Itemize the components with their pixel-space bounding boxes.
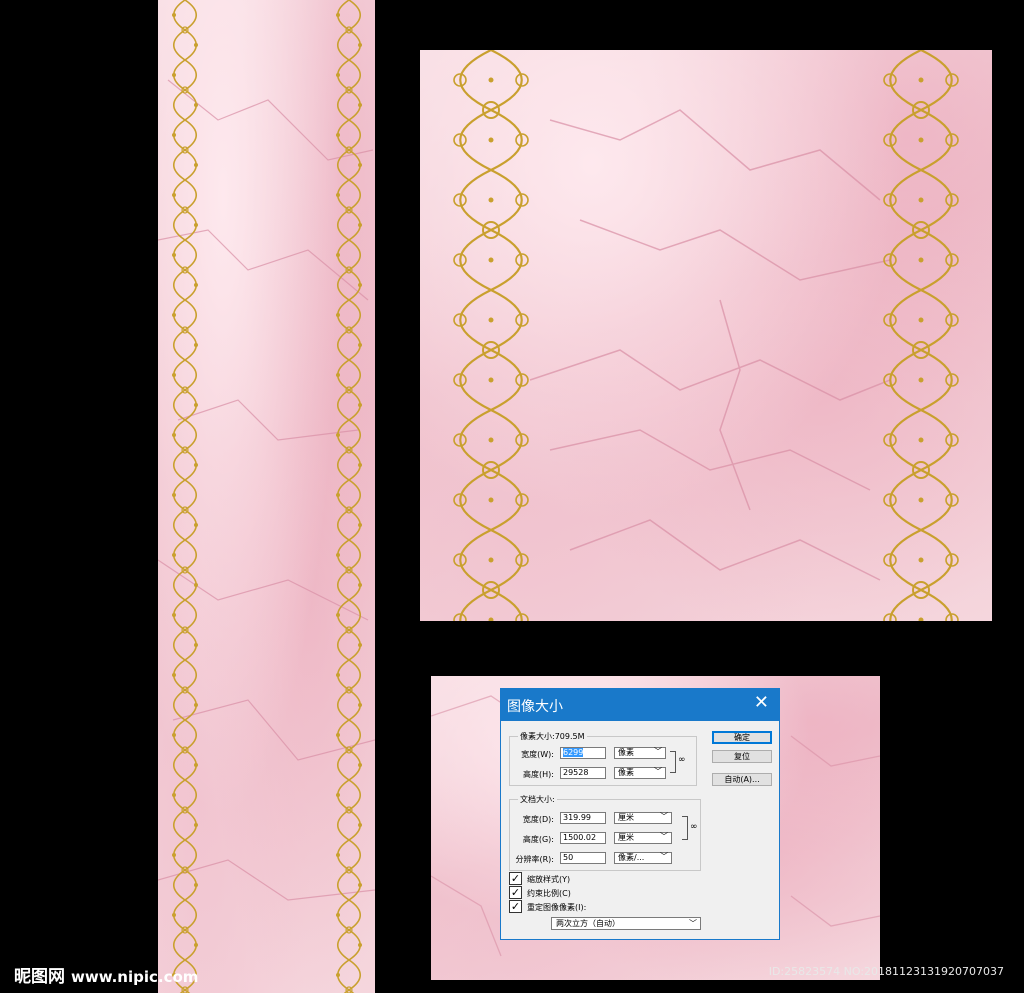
resolution-value: 50	[563, 853, 574, 862]
resolution-label: 分辨率(R):	[515, 855, 555, 864]
chevron-down-icon: ﹀	[660, 832, 668, 841]
resample-method-value: 两次立方（自动）	[556, 919, 620, 928]
scale-styles-label: 缩放样式(Y)	[527, 875, 571, 884]
ok-button[interactable]: 确定	[712, 731, 772, 744]
close-icon[interactable]: ✕	[754, 693, 769, 713]
pixel-link-bracket	[670, 751, 676, 773]
pixel-width-value: 6299	[563, 748, 584, 757]
chevron-down-icon: ﹀	[660, 812, 668, 821]
doc-height-unit: 厘米	[618, 833, 634, 842]
doc-width-unit-select[interactable]: 厘米 ﹀	[614, 812, 672, 824]
doc-width-label: 宽度(D):	[522, 815, 554, 824]
resample-label: 重定图像像素(I):	[527, 903, 587, 912]
check-icon: ✓	[509, 886, 522, 899]
marble-strip-preview	[158, 0, 375, 993]
watermark-brand-text: 昵图网	[14, 967, 65, 987]
chevron-down-icon: ﹀	[654, 747, 662, 756]
auto-button[interactable]: 自动(A)...	[712, 773, 772, 786]
gold-lace-border-right	[870, 50, 972, 621]
doc-size-label: 文档大小:	[518, 794, 557, 805]
gold-lace-border-left	[166, 0, 204, 993]
watermark-brand: 昵图网 www.nipic.com	[14, 962, 198, 987]
doc-height-value: 1500.02	[563, 833, 597, 842]
resample-method-select[interactable]: 两次立方（自动） ﹀	[551, 917, 701, 930]
pixel-width-unit-select[interactable]: 像素 ﹀	[614, 747, 666, 759]
doc-height-unit-select[interactable]: 厘米 ﹀	[614, 832, 672, 844]
resolution-unit-select[interactable]: 像素/... ﹀	[614, 852, 672, 864]
chain-link-icon: ∞	[690, 822, 698, 832]
resolution-row: 分辨率(R): 50 像素/... ﹀	[510, 852, 702, 865]
watermark-url: www.nipic.com	[71, 968, 199, 986]
gold-lace-border-right	[330, 0, 368, 993]
doc-width-unit: 厘米	[618, 813, 634, 822]
resolution-unit: 像素/...	[618, 853, 645, 862]
constrain-label: 约束比例(C)	[527, 889, 571, 898]
chevron-down-icon: ﹀	[689, 919, 697, 928]
gold-lace-border-left	[440, 50, 542, 621]
doc-height-row: 高度(G): 1500.02 厘米 ﹀	[510, 832, 702, 845]
pixel-size-label: 像素大小:709.5M	[518, 731, 587, 742]
chain-link-icon: ∞	[678, 755, 686, 765]
doc-link-bracket	[682, 816, 688, 840]
document-size-group: 文档大小: 宽度(D): 319.99 厘米 ﹀ 高度(G): 1500.02 厘…	[509, 794, 702, 871]
chevron-down-icon: ﹀	[660, 852, 668, 861]
reset-button[interactable]: 复位	[712, 750, 772, 763]
pixel-height-label: 高度(H):	[523, 770, 554, 779]
resolution-input[interactable]: 50	[560, 852, 606, 864]
doc-height-input[interactable]: 1500.02	[560, 832, 606, 844]
doc-width-value: 319.99	[563, 813, 591, 822]
doc-width-input[interactable]: 319.99	[560, 812, 606, 824]
watermark-id: ID:25823574 NO:20181123131920707037	[768, 965, 1004, 978]
doc-width-row: 宽度(D): 319.99 厘米 ﹀	[510, 812, 702, 825]
pixel-width-label: 宽度(W):	[521, 750, 554, 759]
dialog-title: 图像大小	[507, 699, 563, 715]
pixel-width-input[interactable]: 6299	[560, 747, 606, 759]
chevron-down-icon: ﹀	[654, 767, 662, 776]
pixel-height-unit-select[interactable]: 像素 ﹀	[614, 767, 666, 779]
pixel-dimensions-group: 像素大小:709.5M 宽度(W): 6299 像素 ﹀ 高度(H): 29528…	[509, 731, 697, 786]
doc-height-label: 高度(G):	[522, 835, 554, 844]
marble-tile-preview	[420, 50, 992, 621]
pixel-height-value: 29528	[563, 768, 589, 777]
check-icon: ✓	[509, 900, 522, 913]
image-size-dialog: 图像大小 ✕ 像素大小:709.5M 宽度(W): 6299 像素 ﹀ 高度(H)…	[500, 688, 780, 940]
check-icon: ✓	[509, 872, 522, 885]
pixel-height-unit: 像素	[618, 768, 634, 777]
dialog-titlebar[interactable]: 图像大小 ✕	[501, 689, 779, 721]
pixel-height-input[interactable]: 29528	[560, 767, 606, 779]
pixel-width-unit: 像素	[618, 748, 634, 757]
